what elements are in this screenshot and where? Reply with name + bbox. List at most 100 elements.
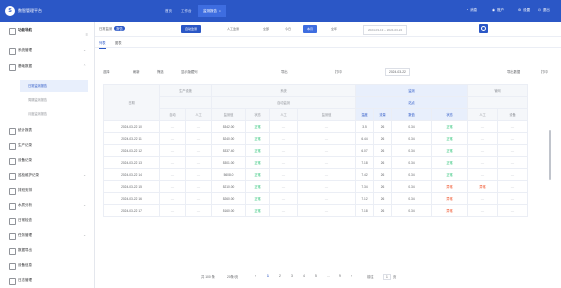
cell-date: 2024-03-22 16 [103,192,160,205]
col-date[interactable]: 日期 [103,84,160,121]
sidebar-item-stats[interactable]: 统计报表 [0,124,94,137]
cell-a: — [159,168,186,181]
col-manual-3[interactable]: 人工 [467,108,498,121]
table-row[interactable]: 2024-03-22 13— —5301.00 正常 — —7.18 26 0.34 正常 — — [103,156,528,169]
device-icon [9,263,16,270]
cell-l: — [497,120,528,133]
col-device[interactable]: 设备 [497,108,528,121]
sidebar-sub-periodic[interactable]: 周期监测报告 [20,94,88,106]
sidebar-item-device-info[interactable]: 设备信息 [0,259,94,272]
table-row[interactable]: 2024-03-22 16— —5260.00 正常 — —7.12 26 0.34 异常 — — [103,192,528,205]
sidebar-item-daily-check[interactable]: 日常检查 [0,214,94,227]
today-button[interactable]: 今日 [281,25,295,33]
cell-a: — [159,120,186,133]
sidebar-item-production[interactable]: 生产记录 [0,139,94,152]
sidebar-item-water[interactable]: 水质分析 ⌄ [0,199,94,212]
sidebar-sub-daily[interactable]: 日常监测报告 [20,80,88,92]
pager-size-select[interactable]: 20条/页 [227,274,238,279]
cell-k: — [467,144,498,157]
sidebar-item-schedule[interactable]: 排班安排 [0,184,94,197]
year-button[interactable]: 全年 [327,25,341,33]
top-account[interactable]: ◉ 账户 [492,8,504,13]
sidebar-item-logs[interactable]: 日志管理 [0,274,94,287]
col-flow[interactable]: 流量 [373,108,392,121]
tab-list[interactable]: 列表 [99,40,106,49]
sidebar-item-basic-data[interactable]: 基础数据 ⌃ [0,60,94,73]
col-manual-2[interactable]: 人工 [269,108,298,121]
pager-prev[interactable]: ‹ [255,274,256,278]
pager-page[interactable]: 4 [303,274,305,278]
sidebar-item-export[interactable]: 数据导出 [0,244,94,257]
table-row[interactable]: 2024-03-22 10— —5342.00 正常 — —3.5 26 0.34 正常 — — [103,120,528,133]
sidebar-item-system[interactable]: 系统管理 ⌄ [0,44,94,57]
col-number[interactable]: 数值 [391,108,432,121]
pager-goto-input[interactable]: 1 [383,274,391,280]
pager-next[interactable]: › [351,274,352,278]
export-data-button[interactable]: 导出数据 [507,69,520,74]
col-value-2[interactable]: 监测值 [297,108,356,121]
refresh-tool[interactable]: 刷新 [133,69,140,74]
filter-tool[interactable]: 筛选 [157,69,164,74]
pager-page[interactable]: 9 [339,274,341,278]
col-value[interactable]: 监测值 [211,108,246,121]
cell-k: — [467,168,498,181]
col-status[interactable]: 状态 [245,108,270,121]
tab-chart[interactable]: 图表 [115,40,122,45]
water-icon [9,203,16,210]
col-status-2[interactable]: 状态 [431,108,468,121]
cell-l: — [497,180,528,193]
table-row[interactable]: 2024-03-22 17— —5160.00 正常 — —7.18 26 0.34 异常 — — [103,204,528,217]
group-facility: 生产设施 [159,84,212,97]
pager-page[interactable]: 2 [279,274,281,278]
sidebar-item-equipment[interactable]: 设备记录 [0,154,94,167]
col-auto[interactable]: 自动 [159,108,186,121]
pager-page[interactable]: 1 [267,274,269,278]
cell-g: 7.18 [355,156,374,169]
export-tool[interactable]: 导出 [281,69,288,74]
table-row[interactable]: 2024-03-22 14— —5608.0 正常 — —7.42 26 0.34 正常 — — [103,168,528,181]
date-box[interactable]: 2024-03-22 [385,68,410,76]
top-logout[interactable]: ⏻ 退出 [538,8,550,13]
table-scrollbar[interactable] [549,130,551,180]
col-manual[interactable]: 人工 [185,108,212,121]
cell-date: 2024-03-22 12 [103,144,160,157]
task-icon [9,233,16,240]
columns-tool[interactable]: 显示隐藏列 [181,69,197,74]
pager-page[interactable]: 5 [315,274,317,278]
collapse-icon[interactable]: ≡ [86,28,88,41]
sidebar-item-inspection[interactable]: 巡检维护记录 ⌄ [0,169,94,182]
sidebar-item-tasks[interactable]: 任务管理 ⌄ [0,229,94,242]
manual-monitor-button[interactable]: 人工监测 [223,25,243,33]
header-row-1: 日期 生产设施 系统 监测 管网 [103,84,528,121]
top-message[interactable]: ◔ 消息 [466,8,477,13]
sidebar-sub-monthly[interactable]: 月度监测报告 [20,108,88,120]
cell-l: — [497,132,528,145]
print-button[interactable]: 打印 [541,69,548,74]
group-monitor: 监测 [355,84,468,97]
table-row[interactable]: 2024-03-22 12— —5337.40 正常 — —6.07 26 0.34 正常 — — [103,144,528,157]
all-button[interactable]: 全部 [259,25,273,33]
cell-g: 7.42 [355,168,374,181]
auto-monitor-button[interactable]: 自动监测 [181,25,202,33]
month-button[interactable]: 本月 [303,25,318,33]
search-button[interactable] [479,24,488,33]
pager-page[interactable]: 3 [291,274,293,278]
close-icon[interactable]: × [219,9,221,13]
cell-f: — [297,180,356,193]
top-settings[interactable]: ⚙ 设置 [518,8,530,13]
breadcrumb-badge: 报告 [114,26,125,31]
table-row[interactable]: 2024-03-22 11— —5240.00 正常 — —6.44 26 0.34 正常 — — [103,132,528,145]
tab-home[interactable]: 首页 [160,5,177,17]
cell-b: — [185,204,212,217]
tab-report[interactable]: 监测报告 × [198,5,226,17]
print-tool[interactable]: 打印 [335,69,342,74]
select-tool[interactable]: 选择 [103,69,110,74]
tab-workbench[interactable]: 工作台 [176,5,197,17]
pager-goto-label: 前往 [367,275,374,279]
header-row-2: 自动监测 站点 [104,96,528,109]
date-range-input[interactable]: 2024-03-13 ~ 2024-03-22 [363,25,408,35]
col-temp[interactable]: 温度 [355,108,374,121]
cell-e: — [269,180,298,193]
table-row[interactable]: 2024-03-22 15— —5210.00 正常 — —7.34 26 0.34 异常 异常… [103,180,528,193]
cell-g: 3.5 [355,120,374,133]
